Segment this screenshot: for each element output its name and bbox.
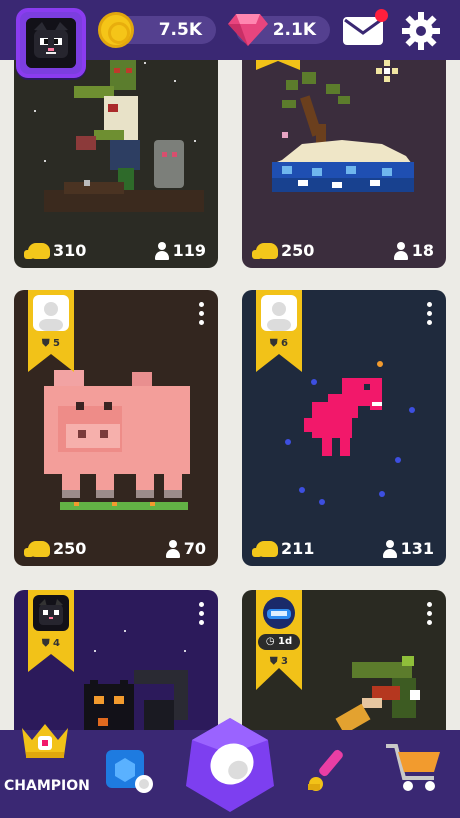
level-badge: ⛊ 5	[42, 338, 60, 349]
coin-count: 7.5K	[158, 20, 202, 40]
artwork-card-dino[interactable]: ⛊ 6 211 131	[242, 290, 446, 566]
paint-brush-icon[interactable]	[304, 744, 354, 794]
likes-stat: 211	[252, 539, 315, 558]
coin-icon	[98, 12, 134, 48]
cube-icon[interactable]	[104, 746, 154, 796]
champion-label: CHAMPION	[4, 778, 90, 794]
likes-count: 250	[281, 241, 315, 260]
level-number: 5	[53, 338, 60, 349]
crown-icon	[22, 724, 68, 758]
person-icon	[382, 539, 398, 558]
likes-stat: 250	[252, 241, 315, 260]
level-badge: ⛊ 4	[42, 638, 60, 649]
like-hand-icon	[252, 242, 278, 259]
player-avatar[interactable]	[16, 8, 86, 78]
person-icon	[393, 241, 409, 260]
like-hand-icon	[252, 540, 278, 557]
likes-count: 211	[281, 539, 315, 558]
likes-count: 250	[53, 539, 87, 558]
artwork-card-island[interactable]: 250 18	[242, 40, 446, 268]
mail-icon[interactable]	[343, 17, 383, 45]
like-hand-icon	[24, 242, 50, 259]
more-options-icon[interactable]	[198, 602, 204, 628]
players-count: 131	[400, 539, 434, 558]
players-count: 18	[411, 241, 434, 260]
level-number: 3	[281, 656, 288, 667]
level-badge: ⛊ 3	[270, 656, 288, 667]
level-number: 4	[53, 638, 60, 649]
cart-icon[interactable]	[384, 740, 444, 796]
likes-stat: 310	[24, 241, 87, 260]
more-options-icon[interactable]	[198, 302, 204, 328]
gem-count: 2.1K	[272, 20, 316, 40]
level-badge: ⛊ 6	[270, 338, 288, 349]
more-options-icon[interactable]	[426, 302, 432, 328]
players-count: 119	[172, 241, 206, 260]
more-options-icon[interactable]	[426, 602, 432, 628]
person-icon	[154, 241, 170, 260]
app-screen: 7.5K 2.1K 310 119 250 18 ⛊ 5 250 70 ⛊ 6 …	[0, 0, 460, 818]
play-icon[interactable]	[178, 714, 282, 814]
likes-stat: 250	[24, 539, 87, 558]
like-hand-icon	[24, 540, 50, 557]
timer-badge: ◷ 1d	[258, 634, 300, 650]
players-stat: 18	[393, 241, 434, 260]
timer-text: 1d	[278, 636, 293, 647]
blank-avatar-icon	[261, 295, 297, 331]
players-count: 70	[183, 539, 206, 558]
players-stat: 70	[165, 539, 206, 558]
helmet-avatar-icon	[261, 595, 297, 631]
blank-avatar-icon	[33, 295, 69, 331]
gear-icon[interactable]	[402, 12, 440, 50]
notification-badge	[375, 9, 388, 22]
cat-avatar-icon	[33, 595, 69, 631]
cat-face-icon	[26, 18, 76, 68]
players-stat: 131	[382, 539, 434, 558]
level-number: 6	[281, 338, 288, 349]
players-stat: 119	[154, 241, 206, 260]
likes-count: 310	[53, 241, 87, 260]
person-icon	[165, 539, 181, 558]
nav-champion[interactable]: CHAMPION	[0, 724, 92, 818]
gem-icon	[228, 14, 268, 46]
artwork-card-pig[interactable]: ⛊ 5 250 70	[14, 290, 218, 566]
bottom-nav: CHAMPION	[0, 718, 460, 818]
island-pixel-art	[272, 60, 414, 192]
